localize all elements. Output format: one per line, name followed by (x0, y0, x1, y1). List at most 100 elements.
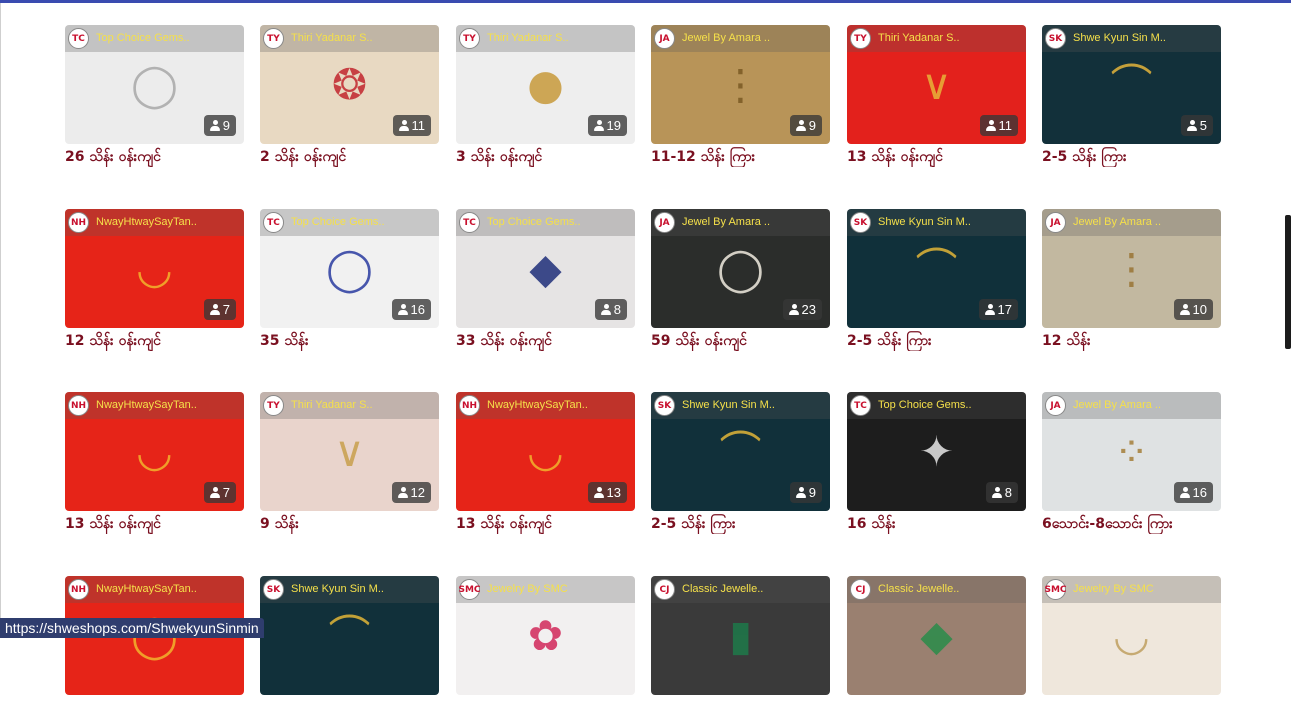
product-image[interactable]: ⌒ SK Shwe Kyun Sin M.. 5 (1042, 25, 1221, 144)
product-card[interactable]: ▮ CJ Classic Jewelle.. (651, 576, 830, 718)
product-price-range[interactable]: 13 သိန်း ဝန်းကျင် (847, 147, 1026, 167)
product-image[interactable]: ◡ SMC Jewelry By SMC (1042, 576, 1221, 695)
shop-name[interactable]: Top Choice Gems.. (96, 32, 236, 44)
product-image[interactable]: ◡ NH NwayHtwaySayTan.. 7 (65, 392, 244, 511)
shop-name[interactable]: Jewel By Amara .. (1073, 216, 1213, 228)
product-image[interactable]: ∨ TY Thiri Yadanar S.. 11 (847, 25, 1026, 144)
product-image[interactable]: ◡ NH NwayHtwaySayTan.. 7 (65, 209, 244, 328)
product-price-range[interactable]: 11-12 သိန်း ကြား (651, 147, 830, 167)
product-image[interactable]: ✦ TC Top Choice Gems.. 8 (847, 392, 1026, 511)
shop-name[interactable]: Top Choice Gems.. (291, 216, 431, 228)
shop-header[interactable]: TC Top Choice Gems.. (65, 25, 244, 52)
shop-header[interactable]: SK Shwe Kyun Sin M.. (847, 209, 1026, 236)
shop-header[interactable]: SMC Jewelry By SMC (1042, 576, 1221, 603)
product-price-range[interactable] (260, 698, 439, 718)
product-card[interactable]: ⋮ JA Jewel By Amara .. 9 11-12 သိန်း ကြား (651, 25, 830, 167)
shop-header[interactable]: NH NwayHtwaySayTan.. (456, 392, 635, 419)
shop-header[interactable]: NH NwayHtwaySayTan.. (65, 576, 244, 603)
shop-name[interactable]: Top Choice Gems.. (487, 216, 627, 228)
product-image[interactable]: ⁘ JA Jewel By Amara .. 16 (1042, 392, 1221, 511)
product-card[interactable]: ✿ SMC Jewelry By SMC (456, 576, 635, 718)
product-price-range[interactable]: 35 သိန်း (260, 331, 439, 351)
product-price-range[interactable]: 2 သိန်း ဝန်းကျင် (260, 147, 439, 167)
product-card[interactable]: ⋮ JA Jewel By Amara .. 10 12 သိန်း (1042, 209, 1221, 351)
shop-header[interactable]: TY Thiri Yadanar S.. (847, 25, 1026, 52)
shop-name[interactable]: Jewel By Amara .. (682, 32, 822, 44)
product-image[interactable]: ◆ TC Top Choice Gems.. 8 (456, 209, 635, 328)
product-price-range[interactable]: 12 သိန်း ဝန်းကျင် (65, 331, 244, 351)
product-card[interactable]: ◡ NH NwayHtwaySayTan.. 13 13 သိန်း ဝန်းကျင် (456, 392, 635, 534)
product-card[interactable]: ◡ SMC Jewelry By SMC (1042, 576, 1221, 718)
shop-header[interactable]: SMC Jewelry By SMC (456, 576, 635, 603)
shop-name[interactable]: Thiri Yadanar S.. (291, 399, 431, 411)
product-price-range[interactable]: 16 သိန်း (847, 514, 1026, 534)
product-card[interactable]: ⌒ SK Shwe Kyun Sin M.. (260, 576, 439, 718)
product-image[interactable]: ◡ NH NwayHtwaySayTan.. 13 (456, 392, 635, 511)
product-image[interactable]: ◯ JA Jewel By Amara .. 23 (651, 209, 830, 328)
product-card[interactable]: ◡ NH NwayHtwaySayTan.. 7 13 သိန်း ဝန်းကျင် (65, 392, 244, 534)
shop-name[interactable]: Classic Jewelle.. (682, 583, 822, 595)
product-price-range[interactable]: 9 သိန်း (260, 514, 439, 534)
shop-name[interactable]: Thiri Yadanar S.. (291, 32, 431, 44)
shop-name[interactable]: Classic Jewelle.. (878, 583, 1018, 595)
product-price-range[interactable]: 6သောင်း-8သောင်း ကြား (1042, 514, 1221, 534)
product-price-range[interactable]: 13 သိန်း ဝန်းကျင် (456, 514, 635, 534)
product-card[interactable]: ⌒ SK Shwe Kyun Sin M.. 5 2-5 သိန်း ကြား (1042, 25, 1221, 167)
shop-header[interactable]: TC Top Choice Gems.. (847, 392, 1026, 419)
product-image[interactable]: ⋮ JA Jewel By Amara .. 10 (1042, 209, 1221, 328)
shop-header[interactable]: SK Shwe Kyun Sin M.. (651, 392, 830, 419)
shop-name[interactable]: Thiri Yadanar S.. (487, 32, 627, 44)
shop-name[interactable]: Top Choice Gems.. (878, 399, 1018, 411)
product-image[interactable]: ⌒ SK Shwe Kyun Sin M.. 17 (847, 209, 1026, 328)
product-image[interactable]: ⌒ SK Shwe Kyun Sin M.. (260, 576, 439, 695)
product-image[interactable]: ◯ TC Top Choice Gems.. 16 (260, 209, 439, 328)
shop-header[interactable]: TC Top Choice Gems.. (456, 209, 635, 236)
shop-name[interactable]: Thiri Yadanar S.. (878, 32, 1018, 44)
shop-name[interactable]: NwayHtwaySayTan.. (487, 399, 627, 411)
product-card[interactable]: ❂ TY Thiri Yadanar S.. 11 2 သိန်း ဝန်းကျင် (260, 25, 439, 167)
product-card[interactable]: ⌒ SK Shwe Kyun Sin M.. 17 2-5 သိန်း ကြား (847, 209, 1026, 351)
shop-name[interactable]: Shwe Kyun Sin M.. (1073, 32, 1213, 44)
product-card[interactable]: ◯NHNwayHtwaySayTan.. (65, 576, 244, 718)
product-image[interactable]: ▮ CJ Classic Jewelle.. (651, 576, 830, 695)
product-price-range[interactable] (65, 698, 244, 718)
product-price-range[interactable]: 13 သိန်း ဝန်းကျင် (65, 514, 244, 534)
shop-name[interactable]: NwayHtwaySayTan.. (96, 583, 236, 595)
product-card[interactable]: ◯ TC Top Choice Gems.. 9 26 သိန်း ဝန်းကျင် (65, 25, 244, 167)
product-image[interactable]: ◯ TC Top Choice Gems.. 9 (65, 25, 244, 144)
shop-name[interactable]: Jewelry By SMC (487, 583, 627, 595)
product-image[interactable]: ⋮ JA Jewel By Amara .. 9 (651, 25, 830, 144)
product-price-range[interactable]: 2-5 သိန်း ကြား (1042, 147, 1221, 167)
product-price-range[interactable] (847, 698, 1026, 718)
product-card[interactable]: ◡ NH NwayHtwaySayTan.. 7 12 သိန်း ဝန်းကျင် (65, 209, 244, 351)
product-price-range[interactable]: 33 သိန်း ဝန်းကျင် (456, 331, 635, 351)
product-image[interactable]: ⌒ SK Shwe Kyun Sin M.. 9 (651, 392, 830, 511)
product-price-range[interactable]: 2-5 သိန်း ကြား (847, 331, 1026, 351)
product-price-range[interactable]: 12 သိန်း (1042, 331, 1221, 351)
shop-header[interactable]: JA Jewel By Amara .. (651, 25, 830, 52)
product-card[interactable]: ◯ TC Top Choice Gems.. 16 35 သိန်း (260, 209, 439, 351)
shop-header[interactable]: TY Thiri Yadanar S.. (260, 25, 439, 52)
shop-name[interactable]: Shwe Kyun Sin M.. (878, 216, 1018, 228)
product-card[interactable]: ◆ TC Top Choice Gems.. 8 33 သိန်း ဝန်းကျင် (456, 209, 635, 351)
shop-name[interactable]: Jewelry By SMC (1073, 583, 1213, 595)
shop-header[interactable]: JA Jewel By Amara .. (651, 209, 830, 236)
product-price-range[interactable]: 3 သိန်း ဝန်းကျင် (456, 147, 635, 167)
product-card[interactable]: ✦ TC Top Choice Gems.. 8 16 သိန်း (847, 392, 1026, 534)
product-card[interactable]: ◯ JA Jewel By Amara .. 23 59 သိန်း ဝန်းကျင် (651, 209, 830, 351)
product-price-range[interactable] (1042, 698, 1221, 718)
scrollbar-thumb[interactable] (1285, 215, 1291, 349)
shop-header[interactable]: JA Jewel By Amara .. (1042, 209, 1221, 236)
product-price-range[interactable] (651, 698, 830, 718)
shop-header[interactable]: CJ Classic Jewelle.. (651, 576, 830, 603)
shop-header[interactable]: TY Thiri Yadanar S.. (260, 392, 439, 419)
shop-header[interactable]: TY Thiri Yadanar S.. (456, 25, 635, 52)
shop-header[interactable]: TC Top Choice Gems.. (260, 209, 439, 236)
product-card[interactable]: ● TY Thiri Yadanar S.. 19 3 သိန်း ဝန်းကျင် (456, 25, 635, 167)
shop-name[interactable]: Jewel By Amara .. (682, 216, 822, 228)
shop-name[interactable]: Shwe Kyun Sin M.. (291, 583, 431, 595)
shop-header[interactable]: SK Shwe Kyun Sin M.. (260, 576, 439, 603)
product-price-range[interactable]: 26 သိန်း ဝန်းကျင် (65, 147, 244, 167)
product-image[interactable]: ✿ SMC Jewelry By SMC (456, 576, 635, 695)
product-image[interactable]: ∨ TY Thiri Yadanar S.. 12 (260, 392, 439, 511)
